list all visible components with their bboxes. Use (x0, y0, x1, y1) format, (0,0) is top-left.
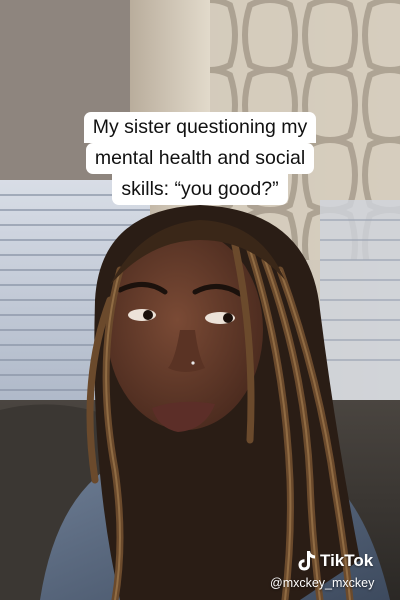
caption: My sister questioning my mental health a… (0, 112, 400, 205)
tiktok-watermark: TikTok (296, 550, 373, 572)
tiktok-brand: TikTok (320, 551, 374, 570)
caption-line: My sister questioning my (83, 112, 317, 143)
video-still (0, 0, 400, 600)
caption-line: skills: “you good?” (112, 174, 288, 205)
tiktok-note-icon (298, 551, 315, 571)
creator-handle: @mxckey_mxckey (270, 576, 375, 590)
video-frame: My sister questioning my mental health a… (0, 0, 400, 600)
caption-line: mental health and social (85, 143, 315, 174)
